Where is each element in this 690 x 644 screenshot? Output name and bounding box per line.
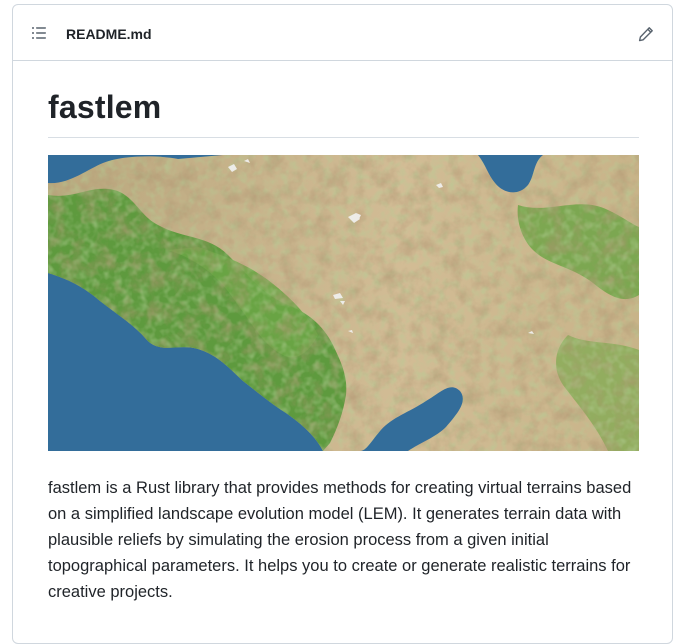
page-title: fastlem <box>48 61 639 138</box>
readme-header: README.md <box>13 5 672 61</box>
description: fastlem is a Rust library that provides … <box>48 479 632 601</box>
outline-button[interactable] <box>29 24 49 42</box>
edit-file-button[interactable] <box>636 24 656 44</box>
file-name: README.md <box>66 26 152 42</box>
list-unordered-icon <box>32 27 46 39</box>
pencil-icon <box>638 27 653 42</box>
readme-article: fastlem fastlem is a Rust library that p… <box>48 61 639 605</box>
terrain-image <box>48 155 639 451</box>
readme-panel: README.md fastlem fastlem is a Rust libr… <box>12 4 673 644</box>
